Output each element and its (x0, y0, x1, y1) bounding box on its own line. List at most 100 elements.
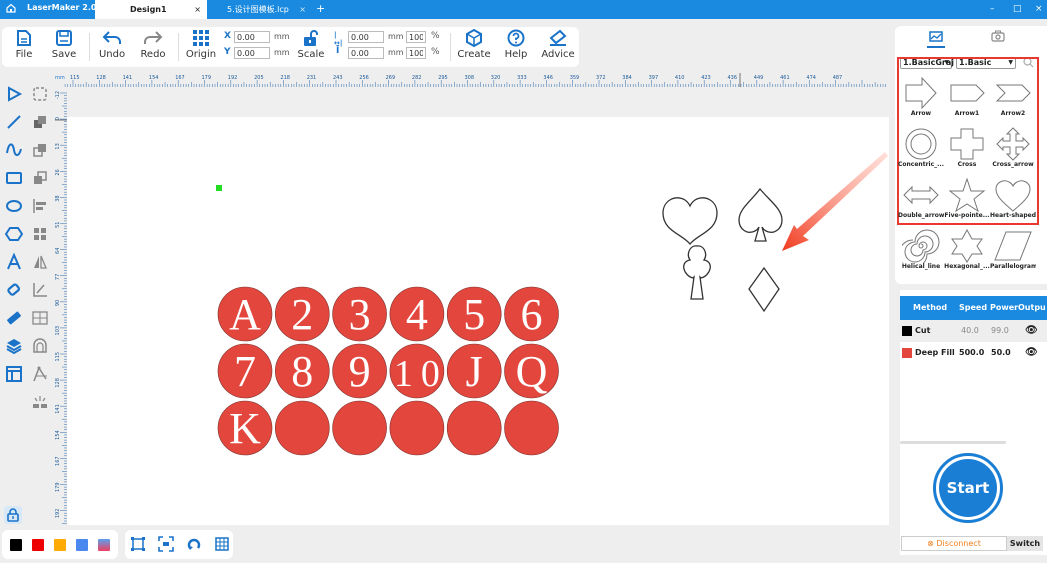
minimize-button[interactable]: – (990, 0, 995, 19)
token-circle[interactable] (332, 400, 387, 456)
height-percent-input[interactable] (406, 47, 426, 59)
rotate-icon[interactable] (186, 536, 202, 552)
color-swatch-orange[interactable] (54, 539, 66, 551)
line-tool-icon[interactable] (5, 113, 23, 131)
intersect-icon[interactable] (31, 169, 49, 187)
origin-button[interactable]: Origin (181, 29, 221, 60)
grid-icon[interactable] (214, 536, 230, 552)
tab-design1[interactable]: Design1 × (95, 0, 207, 19)
vertical-ruler[interactable]: -120132638516477901031151281411541671791… (55, 87, 67, 525)
shape-library-tab-icon[interactable] (929, 31, 943, 43)
subtract-icon[interactable] (31, 141, 49, 159)
color-swatch-blue[interactable] (76, 539, 88, 551)
layer-row-cut[interactable]: Cut 40.0 99.0 👁 (900, 320, 1047, 342)
node-edit-icon[interactable] (31, 85, 49, 103)
redo-button[interactable]: Redo (133, 29, 173, 60)
camera-tab-icon[interactable] (991, 30, 1005, 42)
width-input[interactable] (348, 31, 384, 43)
ruler-tool-icon[interactable] (5, 309, 23, 327)
ellipse-tool-icon[interactable] (5, 197, 23, 215)
canvas-drawing[interactable]: A 2 3 4 5 6 7 8 9 10 J Q K (67, 117, 889, 525)
polygon-tool-icon[interactable] (5, 225, 23, 243)
rectangle-tool-icon[interactable] (5, 169, 23, 187)
eye-icon[interactable]: 👁 (1025, 320, 1038, 342)
create-button[interactable]: Create (454, 29, 494, 60)
shape-item[interactable]: Concentric_... (898, 127, 944, 168)
lock-button[interactable] (4, 506, 22, 524)
shape-item[interactable]: Double_arrow (898, 178, 944, 219)
token-circle[interactable] (389, 400, 445, 456)
advice-button[interactable]: Advice (538, 29, 578, 60)
club-suit[interactable] (683, 245, 711, 300)
measure-angle-icon[interactable] (31, 281, 49, 299)
token-circle[interactable]: 9 (332, 343, 387, 399)
file-button[interactable]: File (4, 29, 44, 60)
offset-icon[interactable] (31, 337, 49, 355)
x-input[interactable] (234, 31, 270, 43)
design-canvas[interactable]: A 2 3 4 5 6 7 8 9 10 J Q K (67, 117, 889, 525)
shape-item[interactable]: Five-pointe... (944, 178, 990, 219)
home-icon[interactable] (6, 3, 18, 15)
token-circle[interactable] (446, 400, 502, 456)
shape-item[interactable]: Cross_arrow (990, 127, 1036, 168)
token-circle[interactable]: 5 (446, 286, 502, 342)
eye-icon[interactable]: 👁 (1025, 342, 1038, 364)
align-left-icon[interactable] (31, 197, 49, 215)
union-icon[interactable] (31, 113, 49, 131)
save-button[interactable]: Save (44, 29, 84, 60)
select-focus-icon[interactable] (158, 536, 174, 552)
spade-suit[interactable] (738, 187, 783, 242)
scale-lock-button[interactable]: Scale (291, 29, 331, 60)
horizontal-ruler[interactable]: 115 128 141 154 167 179 192 205 218 231 243 256 269 2… (55, 73, 888, 87)
selection-marker[interactable] (216, 185, 222, 191)
color-swatch-black[interactable] (10, 539, 22, 551)
token-circle[interactable]: A (217, 286, 273, 342)
token-circle[interactable]: J (446, 343, 502, 399)
token-circle[interactable]: K (217, 400, 273, 456)
start-button-ring[interactable]: Start (933, 453, 1003, 523)
template-icon[interactable] (5, 365, 23, 383)
heart-suit[interactable] (662, 197, 718, 246)
eraser-tool-icon[interactable] (5, 281, 23, 299)
curve-tool-icon[interactable] (5, 141, 23, 159)
shape-item[interactable]: Parallelogram (990, 229, 1036, 270)
token-circle[interactable] (504, 400, 559, 456)
layer-color-swatch[interactable] (902, 326, 912, 336)
maximize-button[interactable]: □ (1013, 0, 1022, 19)
height-input[interactable] (348, 47, 384, 59)
close-window-button[interactable]: × (1035, 0, 1043, 19)
token-circle[interactable]: 10 (389, 343, 445, 399)
shape-item[interactable]: Arrow2 (990, 76, 1036, 117)
shape-item[interactable]: Hexagonal_... (944, 229, 990, 270)
shape-item[interactable]: Helical_line (898, 229, 944, 270)
shape-item[interactable]: Cross (944, 127, 990, 168)
tab-template[interactable]: 5.设计图模板.lcp × (207, 0, 312, 19)
group-icon[interactable] (31, 309, 49, 327)
bezier-icon[interactable] (31, 365, 49, 383)
shape-item[interactable]: Arrow1 (944, 76, 990, 117)
array-icon[interactable] (31, 225, 49, 243)
y-input[interactable] (234, 47, 270, 59)
close-tab-icon[interactable]: × (194, 0, 201, 19)
color-swatch-gradient[interactable] (98, 539, 110, 551)
select-tool-icon[interactable] (5, 85, 23, 103)
layer-row-deep-fill[interactable]: Deep Fill 500.0 50.0 👁 (900, 342, 1047, 364)
token-circle[interactable]: 4 (389, 286, 445, 342)
token-circle[interactable]: 8 (275, 343, 330, 399)
token-circle[interactable]: 6 (504, 286, 559, 342)
new-tab-button[interactable]: + (316, 0, 325, 18)
help-button[interactable]: Help (496, 29, 536, 60)
token-circle[interactable]: 3 (332, 286, 387, 342)
undo-button[interactable]: Undo (92, 29, 132, 60)
text-tool-icon[interactable] (5, 253, 23, 271)
width-percent-input[interactable] (406, 31, 426, 43)
diamond-suit[interactable] (748, 266, 780, 313)
fit-frame-icon[interactable] (130, 536, 146, 552)
switch-button[interactable]: Switch (1007, 536, 1043, 551)
mirror-icon[interactable] (31, 253, 49, 271)
layers-icon[interactable] (5, 337, 23, 355)
token-circle[interactable]: 2 (275, 286, 330, 342)
explode-icon[interactable] (31, 393, 49, 411)
shape-item[interactable]: Heart-shaped (990, 178, 1036, 219)
token-circle[interactable] (275, 400, 330, 456)
